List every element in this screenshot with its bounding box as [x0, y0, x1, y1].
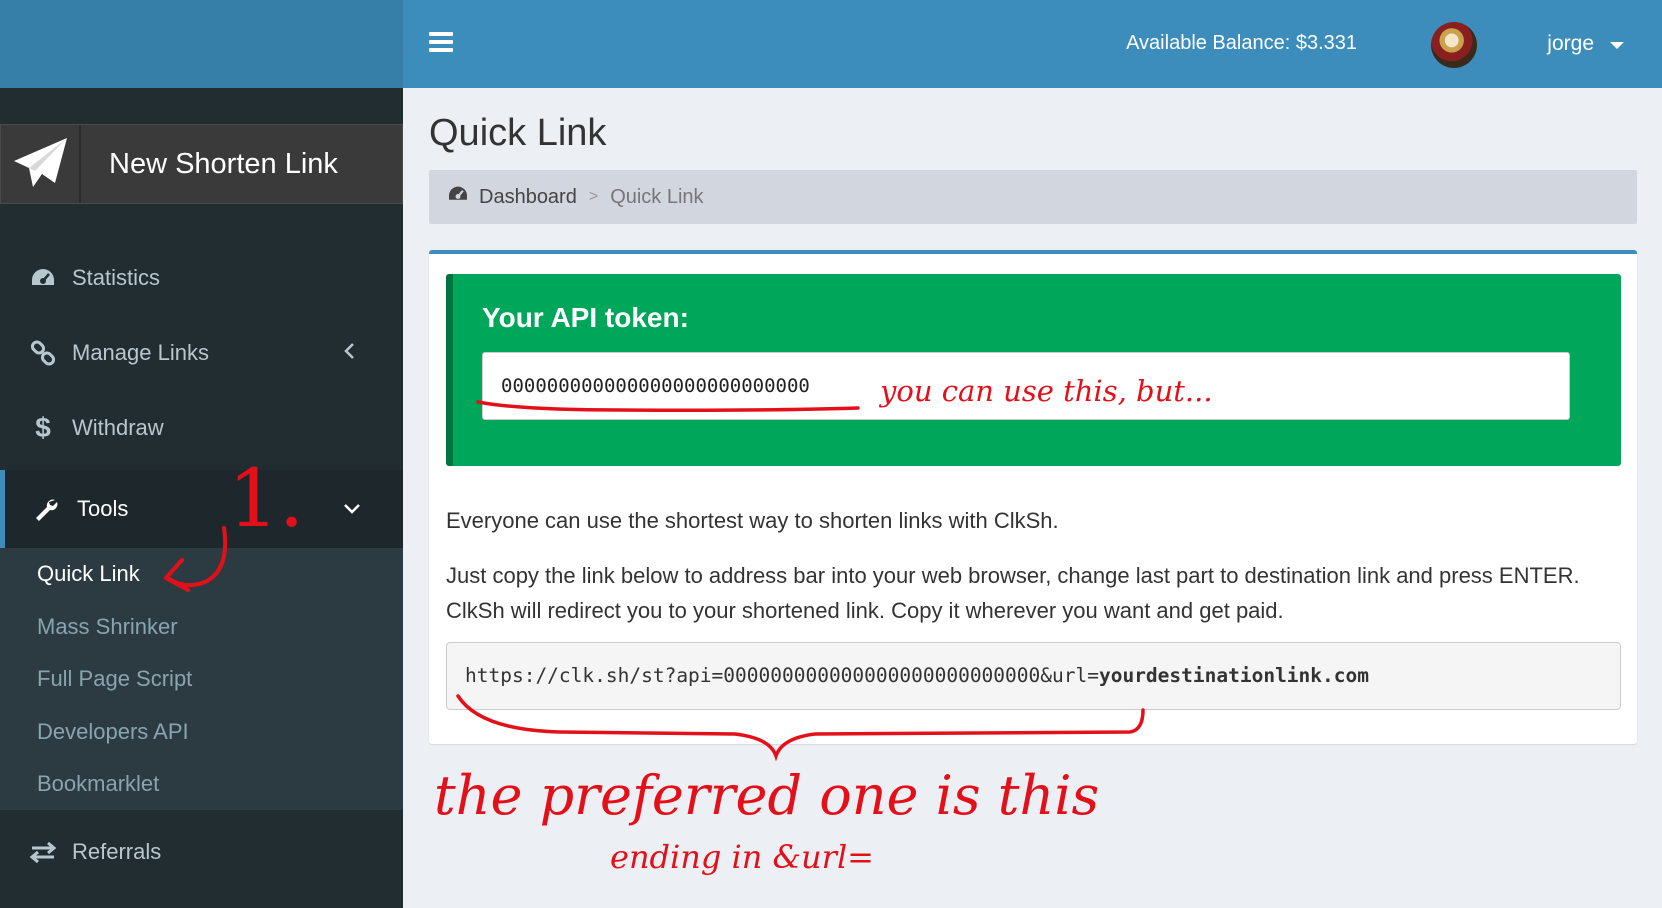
- breadcrumb-separator: >: [588, 188, 599, 205]
- breadcrumb: Dashboard > Quick Link: [429, 170, 1637, 224]
- quick-link-box: Your API token: Everyone can use the sho…: [429, 250, 1637, 744]
- dashboard-icon: [447, 185, 469, 209]
- api-url-destination: yourdestinationlink.com: [1098, 664, 1369, 687]
- sidebar-item-withdraw[interactable]: $ Withdraw: [0, 391, 403, 465]
- breadcrumb-dashboard-link[interactable]: Dashboard: [479, 186, 577, 209]
- instructions-text: Just copy the link below to address bar …: [446, 563, 1580, 623]
- chevron-down-icon: [343, 496, 403, 522]
- sidebar-item-referrals[interactable]: Referrals: [0, 812, 403, 892]
- submenu-item-developers-api[interactable]: Developers API: [0, 706, 403, 759]
- tools-submenu: Quick Link Mass Shrinker Full Page Scrip…: [0, 548, 403, 810]
- page-title: Quick Link: [429, 112, 607, 154]
- api-url-code[interactable]: https://clk.sh/st?api=000000000000000000…: [446, 642, 1621, 710]
- submenu-item-mass-shrinker[interactable]: Mass Shrinker: [0, 601, 403, 654]
- dashboard-icon: [0, 267, 72, 289]
- annotation-ending: ending in &url=: [610, 838, 874, 876]
- available-balance: Available Balance: $3.331: [1126, 32, 1357, 54]
- intro-text: Everyone can use the shortest way to sho…: [446, 508, 1059, 533]
- paper-plane-icon: [1, 125, 81, 203]
- new-shorten-link-label: New Shorten Link: [109, 148, 338, 180]
- sidebar-item-tools[interactable]: Tools: [0, 470, 403, 548]
- sidebar-item-label: Manage Links: [72, 340, 209, 365]
- sidebar-item-label: Statistics: [72, 265, 161, 290]
- annotation-preferred: the preferred one is this: [434, 764, 1100, 827]
- sidebar-item-manage-links[interactable]: Manage Links: [0, 316, 403, 390]
- breadcrumb-current: Quick Link: [610, 185, 704, 208]
- api-token-title: Your API token:: [482, 302, 689, 333]
- api-url-prefix: https://clk.sh/st?api=000000000000000000…: [465, 664, 1099, 687]
- new-shorten-link-button[interactable]: New Shorten Link: [0, 124, 403, 204]
- sidebar: New Shorten Link Statistics Manage Links…: [0, 88, 403, 908]
- submenu-item-full-page-script[interactable]: Full Page Script: [0, 653, 403, 706]
- link-icon: [0, 340, 72, 366]
- sidebar-item-label: Withdraw: [72, 415, 164, 440]
- user-menu-name[interactable]: jorge: [1547, 32, 1594, 56]
- chevron-left-icon: [343, 340, 403, 366]
- api-token-callout: Your API token:: [446, 274, 1621, 466]
- logo-area[interactable]: [0, 0, 403, 88]
- exchange-icon: [0, 841, 72, 863]
- annotation-step-number: 1.: [228, 452, 305, 545]
- sidebar-item-statistics[interactable]: Statistics: [0, 241, 403, 315]
- menu-toggle-icon[interactable]: [429, 32, 453, 52]
- top-navbar: Available Balance: $3.331 jorge: [403, 0, 1662, 88]
- dollar-icon: $: [35, 412, 51, 443]
- submenu-item-quick-link[interactable]: Quick Link: [0, 548, 403, 601]
- sidebar-item-label: Referrals: [72, 839, 162, 864]
- submenu-item-bookmarklet[interactable]: Bookmarklet: [0, 758, 403, 811]
- avatar[interactable]: [1431, 22, 1477, 68]
- caret-down-icon[interactable]: [1610, 42, 1624, 49]
- wrench-icon: [5, 496, 77, 522]
- annotation-token-note: you can use this, but...: [880, 374, 1213, 408]
